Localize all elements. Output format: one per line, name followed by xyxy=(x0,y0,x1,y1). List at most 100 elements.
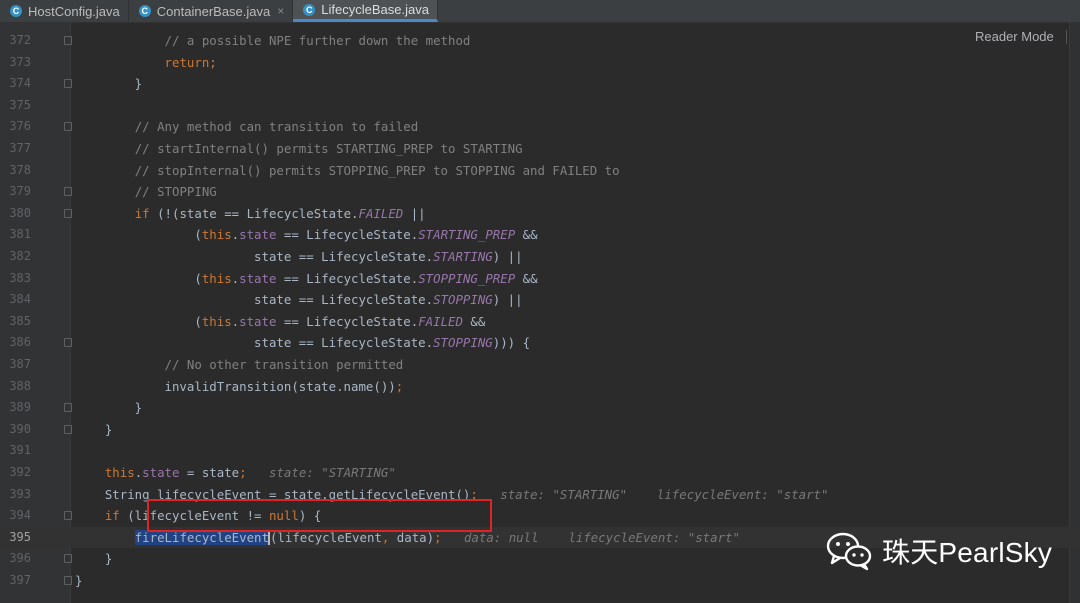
code-line[interactable]: 385 (this.state == LifecycleState.FAILED… xyxy=(0,311,1080,333)
tab-containerbase-java[interactable]: C ContainerBase.java × xyxy=(129,0,294,22)
code-text: (this.state == LifecycleState.STOPPING_P… xyxy=(75,268,538,290)
java-class-icon: C xyxy=(138,5,151,17)
tab-lifecyclebase-java[interactable]: C LifecycleBase.java xyxy=(293,0,438,22)
fold-marker-icon[interactable] xyxy=(64,36,72,45)
fold-marker-icon[interactable] xyxy=(64,554,72,564)
code-token: // STOPPING xyxy=(134,184,217,200)
code-token: state == LifecycleState. xyxy=(75,292,434,308)
code-token: } xyxy=(75,400,143,416)
code-text: if (!(state == LifecycleState.FAILED || xyxy=(75,203,426,225)
code-token: && xyxy=(515,227,538,243)
tab-label: HostConfig.java xyxy=(28,3,120,19)
line-number: 389 xyxy=(9,400,31,415)
fold-marker-icon[interactable] xyxy=(64,338,72,348)
code-token: state xyxy=(239,227,277,243)
fold-marker-icon[interactable] xyxy=(64,403,72,413)
code-line[interactable]: 382 state == LifecycleState.STARTING) || xyxy=(0,246,1080,268)
code-token: ( xyxy=(75,313,202,329)
code-token: && xyxy=(462,313,486,329)
line-number: 373 xyxy=(9,54,31,69)
wechat-icon xyxy=(826,532,872,571)
code-token: ) || xyxy=(492,292,523,308)
code-token: || xyxy=(403,205,426,221)
code-text: // stopInternal() permits STOPPING_PREP … xyxy=(75,160,620,182)
code-line[interactable]: 387 // No other transition permitted xyxy=(0,354,1080,376)
code-token: ; xyxy=(434,529,442,545)
code-line[interactable]: 379 // STOPPING xyxy=(0,181,1080,203)
line-number: 394 xyxy=(9,508,31,523)
code-token: state xyxy=(239,270,277,286)
code-token: if xyxy=(104,508,120,524)
code-token: // No other transition permitted xyxy=(164,357,404,372)
tab-label: LifecycleBase.java xyxy=(321,2,429,17)
code-line[interactable]: 389 } xyxy=(0,397,1080,419)
fold-marker-icon[interactable] xyxy=(64,208,72,218)
code-line[interactable]: 372 // a possible NPE further down the m… xyxy=(0,30,1080,52)
code-token: ( xyxy=(75,270,202,286)
code-token: (!(state == LifecycleState. xyxy=(149,205,359,221)
code-text: } xyxy=(75,570,82,592)
code-text: } xyxy=(75,548,112,570)
code-token: ))) { xyxy=(492,335,531,351)
line-number: 397 xyxy=(9,573,31,587)
code-line[interactable]: 397} xyxy=(0,570,1080,592)
code-line[interactable]: 381 (this.state == LifecycleState.STARTI… xyxy=(0,224,1080,246)
code-line[interactable]: 391 xyxy=(0,440,1080,462)
close-icon[interactable]: × xyxy=(277,4,284,18)
code-token: ; xyxy=(209,54,217,70)
line-number: 388 xyxy=(9,378,31,393)
code-line[interactable]: 374 } xyxy=(0,73,1080,95)
code-token: state xyxy=(142,465,180,480)
line-number: 391 xyxy=(9,443,31,458)
fold-marker-icon[interactable] xyxy=(64,187,72,197)
code-line[interactable]: 375 xyxy=(0,95,1080,117)
fold-marker-icon[interactable] xyxy=(64,424,72,434)
code-line[interactable]: 383 (this.state == LifecycleState.STOPPI… xyxy=(0,268,1080,290)
code-line[interactable]: 378 // stopInternal() permits STOPPING_P… xyxy=(0,160,1080,182)
tab-label: ContainerBase.java xyxy=(156,3,271,19)
code-token: state == LifecycleState. xyxy=(75,335,434,351)
watermark-text: 珠天PearlSky xyxy=(882,537,1053,568)
code-token: ) || xyxy=(492,249,523,264)
code-line[interactable]: 380 if (!(state == LifecycleState.FAILED… xyxy=(0,203,1080,225)
code-token: == LifecycleState. xyxy=(276,270,419,286)
code-token: (lifecycleEvent xyxy=(269,529,382,545)
fold-marker-icon[interactable] xyxy=(64,511,72,521)
watermark: 珠天PearlSky xyxy=(826,531,1052,571)
code-text: } xyxy=(75,419,112,441)
code-text: } xyxy=(75,73,142,95)
line-number: 395 xyxy=(9,529,31,544)
code-token: return xyxy=(164,54,210,70)
code-token: == LifecycleState. xyxy=(276,313,419,329)
line-number: 375 xyxy=(9,97,31,112)
code-text: // No other transition permitted xyxy=(75,354,404,376)
code-line[interactable]: 386 state == LifecycleState.STOPPING))) … xyxy=(0,332,1080,354)
code-line[interactable]: 373 return; xyxy=(0,52,1080,74)
tab-hostconfig-java[interactable]: C HostConfig.java xyxy=(0,0,129,22)
fold-marker-icon[interactable] xyxy=(64,122,72,132)
code-line[interactable]: 390 } xyxy=(0,419,1080,441)
line-number: 384 xyxy=(9,292,31,307)
code-line[interactable]: 388 invalidTransition(state.name()); xyxy=(0,376,1080,398)
code-text: // STOPPING xyxy=(75,181,217,203)
code-line[interactable]: 376 // Any method can transition to fail… xyxy=(0,116,1080,138)
fold-marker-icon[interactable] xyxy=(64,576,72,585)
editor-tab-bar: C HostConfig.java C ContainerBase.java × C Lif… xyxy=(0,0,1080,23)
code-token: ; xyxy=(395,378,404,394)
code-token: } xyxy=(75,76,143,92)
debug-inline-value: data: null lifecycleEvent: "start" xyxy=(463,529,740,545)
line-number: 374 xyxy=(9,76,31,91)
code-token: } xyxy=(75,421,113,437)
fold-marker-icon[interactable] xyxy=(64,79,72,89)
code-token: } xyxy=(75,551,113,567)
code-text: state == LifecycleState.STOPPING))) { xyxy=(75,332,530,354)
code-line[interactable]: 377 // startInternal() permits STARTING_… xyxy=(0,138,1080,160)
code-token: && xyxy=(515,270,538,286)
code-line[interactable]: 392 this.state = state; state: "STARTING… xyxy=(0,462,1080,484)
code-token: ( xyxy=(75,227,202,243)
code-line[interactable]: 384 state == LifecycleState.STOPPING) || xyxy=(0,289,1080,311)
